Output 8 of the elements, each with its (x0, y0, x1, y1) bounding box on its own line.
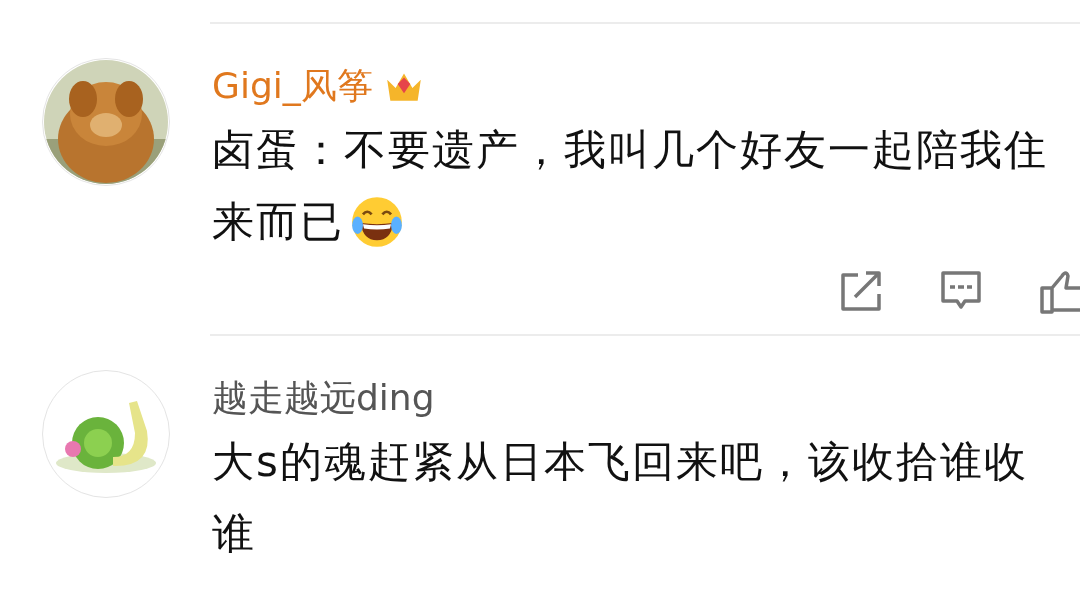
user-name[interactable]: 越走越远ding (212, 373, 435, 423)
comment-text: 来而已 (212, 196, 344, 248)
like-icon[interactable] (1040, 270, 1080, 314)
comment-text: 谁 (212, 508, 256, 560)
comment-icon[interactable] (940, 270, 982, 312)
share-icon[interactable] (840, 270, 882, 312)
comment-text: 大s的魂赶紧从日本飞回来吧，该收拾谁收 (212, 436, 1028, 488)
comment-text: 卤蛋：不要遗产，我叫几个好友一起陪我住 (212, 124, 1048, 176)
